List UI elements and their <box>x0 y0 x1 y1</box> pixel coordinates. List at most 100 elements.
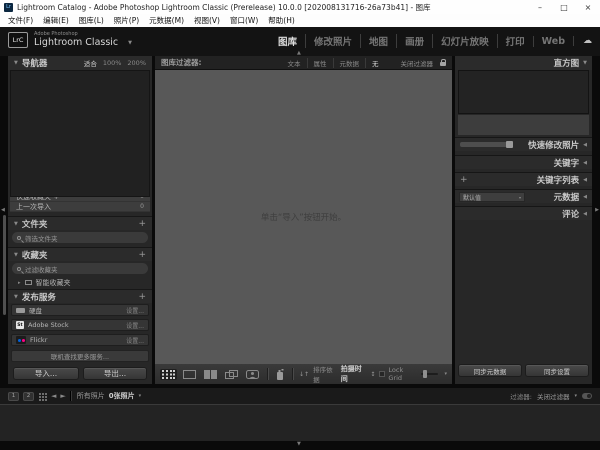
service-setup-link[interactable]: 设置... <box>126 306 144 315</box>
menu-file[interactable]: 文件(F) <box>3 15 38 26</box>
library-filter-bar: 图库过滤器: 文本 属性 元数据 无 关闭过滤器 <box>155 56 452 70</box>
previous-import-count: 0 <box>140 203 144 210</box>
navigator-header[interactable]: ▼ 导航器 适合 100% 200% <box>8 56 152 70</box>
module-develop[interactable]: 修改照片 <box>305 34 360 48</box>
filmstrip-filter-dropdown[interactable]: 关闭过滤器 <box>537 391 570 401</box>
service-setup-link[interactable]: 设置... <box>126 336 144 345</box>
filmstrip-toolbar: 1 2 ◄ ► 所有照片 0张照片 ▾ 过滤器: 关闭过滤器 ▾ <box>0 388 600 404</box>
thumbnail-size-slider[interactable] <box>421 370 439 378</box>
sort-criteria-dropdown[interactable]: 拍摄时间 <box>341 364 367 384</box>
service-name: 硬盘 <box>29 307 42 315</box>
cloud-sync-icon[interactable]: ☁ <box>573 36 592 46</box>
add-collection-button[interactable]: + <box>138 250 146 260</box>
filter-attribute-option[interactable]: 属性 <box>306 57 333 68</box>
collections-filter-placeholder: 过滤收藏夹 <box>25 265 58 274</box>
module-library[interactable]: 图库 <box>270 34 305 48</box>
people-view-icon[interactable] <box>244 369 261 380</box>
add-keyword-button[interactable]: + <box>460 175 468 185</box>
menu-view[interactable]: 视图(V) <box>189 15 225 26</box>
collections-filter-field[interactable]: 过滤收藏夹 <box>12 263 148 274</box>
close-button[interactable]: × <box>576 0 600 14</box>
grid-view-area: 单击“导入”按钮开始。 <box>155 70 452 364</box>
lock-grid-checkbox[interactable] <box>379 371 386 377</box>
module-book[interactable]: 画册 <box>396 34 432 48</box>
metadata-preset-dropdown[interactable]: 默认值 ▾ <box>459 192 525 202</box>
filmstrip-filter-group: 过滤器: 关闭过滤器 ▾ <box>510 391 592 401</box>
survey-view-icon[interactable] <box>223 369 240 380</box>
smart-collections-row[interactable]: ▸ 智能收藏夹 <box>8 277 152 288</box>
filmstrip-filter-toggle[interactable] <box>582 393 592 399</box>
keyword-list-header[interactable]: + 关键字列表 ◀ <box>455 172 592 186</box>
comments-header[interactable]: 评论 ◀ <box>455 206 592 220</box>
back-arrow-icon[interactable]: ◄ <box>51 392 56 400</box>
slider-knob[interactable] <box>506 141 513 148</box>
add-publish-service-button[interactable]: + <box>138 292 146 302</box>
zoom-100-option[interactable]: 100% <box>103 59 122 67</box>
publish-service-hard-drive[interactable]: 硬盘 设置... <box>11 304 149 316</box>
catalog-previous-import-row[interactable]: 上一次导入 0 <box>10 202 150 212</box>
publish-service-flickr[interactable]: Flickr 设置... <box>11 334 149 346</box>
flickr-icon <box>16 336 26 344</box>
photo-count-label[interactable]: 0张照片 <box>109 391 135 401</box>
sync-settings-button[interactable]: 同步设置 <box>525 364 589 377</box>
lightroom-logo: LrC <box>8 32 28 48</box>
module-print[interactable]: 打印 <box>496 34 533 48</box>
menu-metadata[interactable]: 元数据(M) <box>144 15 189 26</box>
filter-metadata-option[interactable]: 元数据 <box>332 57 366 68</box>
chevron-down-icon: ▼ <box>128 39 133 46</box>
menu-library[interactable]: 图库(L) <box>74 15 109 26</box>
sync-metadata-button[interactable]: 同步元数据 <box>458 364 522 377</box>
minimize-button[interactable]: – <box>528 0 552 14</box>
app-name[interactable]: Lightroom Classic ▼ <box>34 37 132 48</box>
secondary-monitor-button[interactable]: 2 <box>23 391 34 401</box>
zoom-fit-option[interactable]: 适合 <box>84 58 97 68</box>
source-all-photos-label[interactable]: 所有照片 <box>77 391 105 401</box>
loupe-view-icon[interactable] <box>181 369 198 380</box>
collections-header[interactable]: ▼ 收藏夹 + <box>8 247 152 261</box>
folders-filter-field[interactable]: 筛选文件夹 <box>12 232 148 243</box>
menu-photo[interactable]: 照片(P) <box>109 15 144 26</box>
module-web[interactable]: Web <box>532 35 573 47</box>
menu-help[interactable]: 帮助(H) <box>263 15 300 26</box>
forward-arrow-icon[interactable]: ► <box>60 392 65 400</box>
filter-preset-dropdown[interactable]: 关闭过滤器 <box>401 58 434 68</box>
histogram-header[interactable]: 直方图 ▼ <box>455 56 592 70</box>
menu-window[interactable]: 窗口(W) <box>225 15 263 26</box>
quick-develop-header[interactable]: 快速修改照片 ◀ <box>455 137 592 151</box>
grid-view-icon[interactable] <box>160 368 177 380</box>
publish-services-header[interactable]: ▼ 发布服务 + <box>8 289 152 303</box>
add-folder-button[interactable]: + <box>138 219 146 229</box>
menu-edit[interactable]: 编辑(E) <box>38 15 74 26</box>
left-panel-scrollbar[interactable] <box>3 215 6 315</box>
module-map[interactable]: 地图 <box>360 34 396 48</box>
expand-triangle-icon[interactable]: ▸ <box>18 280 21 286</box>
toolbar-options-chevron-icon[interactable]: ▾ <box>444 371 447 377</box>
collapse-right-panel-arrow[interactable]: ▶ <box>595 207 599 213</box>
filter-text-option[interactable]: 文本 <box>282 58 307 68</box>
metadata-header[interactable]: 默认值 ▾ 元数据 ◀ <box>455 189 592 203</box>
compare-view-icon[interactable] <box>202 369 219 380</box>
export-button[interactable]: 导出... <box>83 367 147 380</box>
find-more-services-button[interactable]: 联机查找更多服务... <box>11 350 149 362</box>
filter-none-option[interactable]: 无 <box>365 57 385 68</box>
primary-monitor-button[interactable]: 1 <box>8 391 19 401</box>
collapsed-triangle-icon: ◀ <box>583 159 587 166</box>
collapse-left-panel-arrow[interactable]: ◀ <box>1 207 5 213</box>
keywording-header[interactable]: 关键字 ◀ <box>455 155 592 169</box>
service-setup-link[interactable]: 设置... <box>126 321 144 330</box>
module-slideshow[interactable]: 幻灯片放映 <box>432 34 497 48</box>
slider-thumb[interactable] <box>423 370 428 378</box>
import-button[interactable]: 导入... <box>13 367 79 380</box>
navigator-zoom-options: 适合 100% 200% <box>84 58 146 68</box>
filter-lock-icon[interactable] <box>440 58 446 66</box>
sort-direction-icon[interactable]: ↓↑ <box>299 371 309 378</box>
collapse-filmstrip-arrow[interactable]: ▼ <box>297 441 301 447</box>
painter-spray-can-icon[interactable] <box>274 368 286 381</box>
source-chevron-icon[interactable]: ▾ <box>139 393 142 399</box>
grid-view-shortcut-icon[interactable] <box>38 391 47 401</box>
publish-service-adobe-stock[interactable]: St Adobe Stock 设置... <box>11 319 149 331</box>
folders-header[interactable]: ▼ 文件夹 + <box>8 216 152 230</box>
quick-develop-slider[interactable] <box>460 141 513 148</box>
maximize-button[interactable]: □ <box>552 0 576 14</box>
zoom-200-option[interactable]: 200% <box>127 59 146 67</box>
